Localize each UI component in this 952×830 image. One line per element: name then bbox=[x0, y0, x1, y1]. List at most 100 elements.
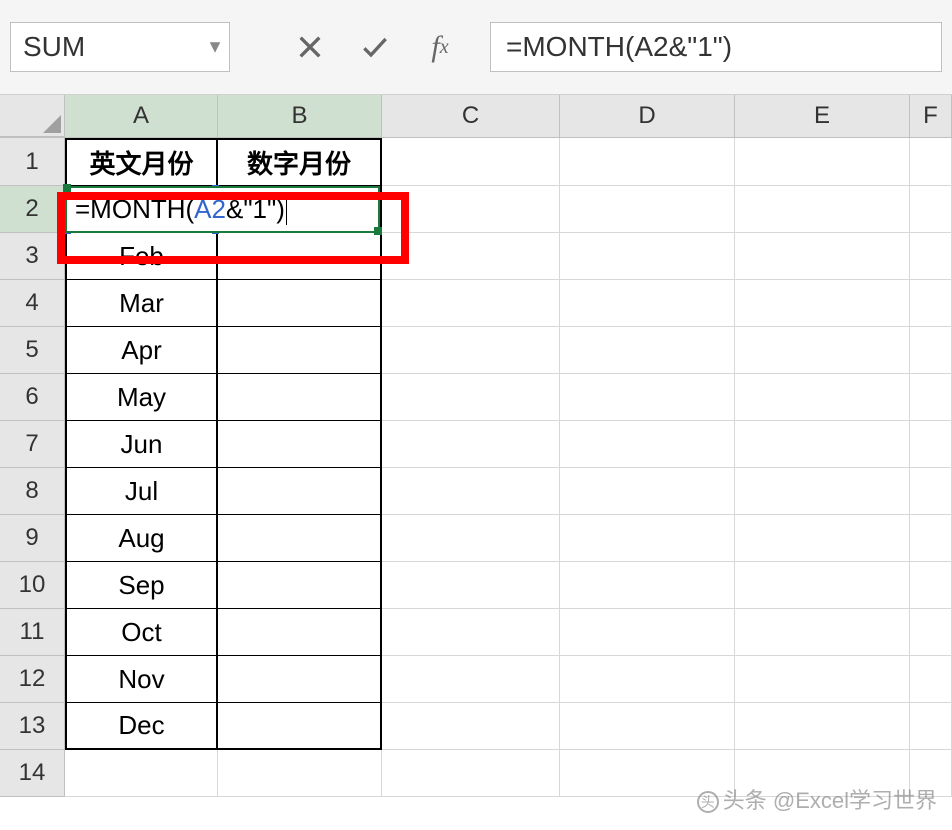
cell-a11[interactable]: Oct bbox=[65, 609, 218, 656]
cell-b7[interactable] bbox=[218, 421, 382, 468]
row-header-7[interactable]: 7 bbox=[0, 421, 65, 468]
row-header-10[interactable]: 10 bbox=[0, 562, 65, 609]
cell-a1[interactable]: 英文月份 bbox=[65, 138, 218, 186]
cell-f10[interactable] bbox=[910, 562, 952, 609]
cell-c11[interactable] bbox=[382, 609, 560, 656]
cell-b11[interactable] bbox=[218, 609, 382, 656]
cell-d7[interactable] bbox=[560, 421, 735, 468]
cell-d6[interactable] bbox=[560, 374, 735, 421]
cell-e7[interactable] bbox=[735, 421, 910, 468]
cell-e5[interactable] bbox=[735, 327, 910, 374]
cell-d11[interactable] bbox=[560, 609, 735, 656]
cell-d5[interactable] bbox=[560, 327, 735, 374]
column-header-e[interactable]: E bbox=[735, 95, 910, 137]
cell-e8[interactable] bbox=[735, 468, 910, 515]
cell-f8[interactable] bbox=[910, 468, 952, 515]
cell-e12[interactable] bbox=[735, 656, 910, 703]
cell-c3[interactable] bbox=[382, 233, 560, 280]
cell-c7[interactable] bbox=[382, 421, 560, 468]
cell-e6[interactable] bbox=[735, 374, 910, 421]
select-all-corner[interactable] bbox=[0, 95, 65, 137]
cell-d8[interactable] bbox=[560, 468, 735, 515]
cell-f1[interactable] bbox=[910, 138, 952, 186]
cell-a10[interactable]: Sep bbox=[65, 562, 218, 609]
row-header-9[interactable]: 9 bbox=[0, 515, 65, 562]
cell-e4[interactable] bbox=[735, 280, 910, 327]
cell-e13[interactable] bbox=[735, 703, 910, 750]
cell-d12[interactable] bbox=[560, 656, 735, 703]
cell-d1[interactable] bbox=[560, 138, 735, 186]
cell-e2[interactable] bbox=[735, 186, 910, 233]
cell-c8[interactable] bbox=[382, 468, 560, 515]
fx-icon[interactable]: fx bbox=[420, 27, 460, 67]
cell-e3[interactable] bbox=[735, 233, 910, 280]
cell-a9[interactable]: Aug bbox=[65, 515, 218, 562]
cell-a7[interactable]: Jun bbox=[65, 421, 218, 468]
row-header-1[interactable]: 1 bbox=[0, 138, 65, 186]
cell-f2[interactable] bbox=[910, 186, 952, 233]
cell-a4[interactable]: Mar bbox=[65, 280, 218, 327]
row-header-6[interactable]: 6 bbox=[0, 374, 65, 421]
cell-c4[interactable] bbox=[382, 280, 560, 327]
cell-b3[interactable] bbox=[218, 233, 382, 280]
cell-c5[interactable] bbox=[382, 327, 560, 374]
cell-d4[interactable] bbox=[560, 280, 735, 327]
row-header-11[interactable]: 11 bbox=[0, 609, 65, 656]
cell-b6[interactable] bbox=[218, 374, 382, 421]
column-header-d[interactable]: D bbox=[560, 95, 735, 137]
cell-d2[interactable] bbox=[560, 186, 735, 233]
row-header-13[interactable]: 13 bbox=[0, 703, 65, 750]
cell-a6[interactable]: May bbox=[65, 374, 218, 421]
row-header-8[interactable]: 8 bbox=[0, 468, 65, 515]
cell-e9[interactable] bbox=[735, 515, 910, 562]
cell-a8[interactable]: Jul bbox=[65, 468, 218, 515]
cell-a12[interactable]: Nov bbox=[65, 656, 218, 703]
cell-f4[interactable] bbox=[910, 280, 952, 327]
cell-c12[interactable] bbox=[382, 656, 560, 703]
cell-b9[interactable] bbox=[218, 515, 382, 562]
column-header-f[interactable]: F bbox=[910, 95, 952, 137]
cell-c1[interactable] bbox=[382, 138, 560, 186]
cell-d9[interactable] bbox=[560, 515, 735, 562]
cell-f7[interactable] bbox=[910, 421, 952, 468]
row-header-12[interactable]: 12 bbox=[0, 656, 65, 703]
cell-d3[interactable] bbox=[560, 233, 735, 280]
cell-c13[interactable] bbox=[382, 703, 560, 750]
name-box[interactable]: SUM ▼ bbox=[10, 22, 230, 72]
column-header-a[interactable]: A bbox=[65, 95, 218, 137]
cell-c10[interactable] bbox=[382, 562, 560, 609]
cell-c6[interactable] bbox=[382, 374, 560, 421]
row-header-4[interactable]: 4 bbox=[0, 280, 65, 327]
column-header-b[interactable]: B bbox=[218, 95, 382, 137]
editing-cell-overlay[interactable]: =MONTH(A2&"1") bbox=[65, 186, 380, 233]
cell-f13[interactable] bbox=[910, 703, 952, 750]
cell-b8[interactable] bbox=[218, 468, 382, 515]
cell-f9[interactable] bbox=[910, 515, 952, 562]
cell-b1[interactable]: 数字月份 bbox=[218, 138, 382, 186]
column-header-c[interactable]: C bbox=[382, 95, 560, 137]
cell-b4[interactable] bbox=[218, 280, 382, 327]
cell-d10[interactable] bbox=[560, 562, 735, 609]
formula-input[interactable]: =MONTH(A2&"1") bbox=[490, 22, 942, 72]
row-header-3[interactable]: 3 bbox=[0, 233, 65, 280]
cell-e1[interactable] bbox=[735, 138, 910, 186]
cell-f11[interactable] bbox=[910, 609, 952, 656]
cell-e11[interactable] bbox=[735, 609, 910, 656]
row-header-5[interactable]: 5 bbox=[0, 327, 65, 374]
cell-f3[interactable] bbox=[910, 233, 952, 280]
name-box-dropdown-icon[interactable]: ▼ bbox=[206, 37, 224, 58]
cell-c9[interactable] bbox=[382, 515, 560, 562]
cell-d13[interactable] bbox=[560, 703, 735, 750]
cell-b13[interactable] bbox=[218, 703, 382, 750]
cell-a5[interactable]: Apr bbox=[65, 327, 218, 374]
cell-f6[interactable] bbox=[910, 374, 952, 421]
cell-b14[interactable] bbox=[218, 750, 382, 797]
cell-f5[interactable] bbox=[910, 327, 952, 374]
cell-a13[interactable]: Dec bbox=[65, 703, 218, 750]
enter-icon[interactable] bbox=[355, 27, 395, 67]
cell-a14[interactable] bbox=[65, 750, 218, 797]
cell-b10[interactable] bbox=[218, 562, 382, 609]
row-header-14[interactable]: 14 bbox=[0, 750, 65, 797]
cell-f12[interactable] bbox=[910, 656, 952, 703]
cell-b5[interactable] bbox=[218, 327, 382, 374]
